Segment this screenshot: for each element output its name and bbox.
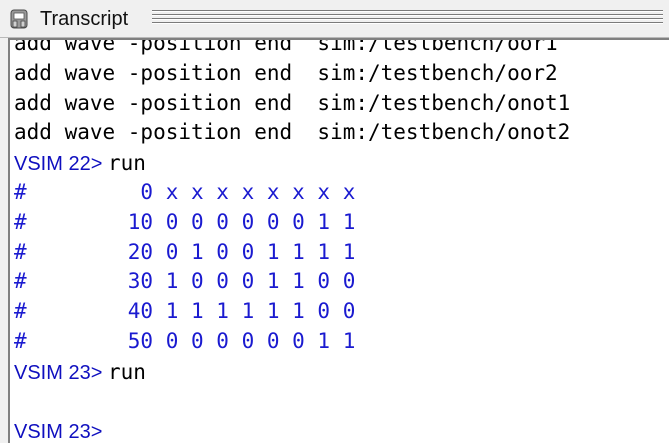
transcript-command-line: add wave -position end sim:/testbench/oo…: [14, 60, 558, 85]
transcript-command-line: add wave -position end sim:/testbench/oo…: [14, 38, 558, 55]
transcript-lines: add wave -position end sim:/testbench/oo…: [14, 38, 571, 443]
transcript-output-line: # 30 1 0 0 0 1 1 0 0: [14, 269, 356, 294]
prompt-command: run: [107, 151, 146, 176]
transcript-output-line: # 50 0 0 0 0 0 0 1 1: [14, 328, 356, 353]
transcript-prompt-line: VSIM 22> run: [14, 148, 570, 178]
transcript-content[interactable]: add wave -position end sim:/testbench/oo…: [8, 38, 669, 443]
transcript-output-line: # 40 1 1 1 1 1 1 0 0: [14, 299, 356, 324]
window-title: Transcript: [40, 8, 129, 30]
titlebar-drag-grip[interactable]: [152, 10, 663, 26]
transcript-window-icon: [10, 9, 28, 29]
transcript-command-line: add wave -position end sim:/testbench/on…: [14, 120, 571, 145]
transcript-output-line: # 20 0 1 0 0 1 1 1 1: [14, 239, 356, 264]
vsim-prompt: VSIM 23>: [14, 421, 108, 443]
transcript-window: Transcript add wave -position end sim:/t…: [0, 0, 669, 443]
transcript-prompt-line: VSIM 23>: [14, 416, 570, 443]
vsim-prompt: VSIM 23>: [14, 361, 108, 384]
transcript-command-line: add wave -position end sim:/testbench/on…: [14, 90, 571, 115]
transcript-output-line: # 10 0 0 0 0 0 0 1 1: [14, 209, 356, 234]
transcript-titlebar[interactable]: Transcript: [0, 0, 669, 38]
transcript-output-line: # 0 x x x x x x x x: [14, 179, 356, 204]
prompt-command: run: [107, 359, 146, 384]
vsim-prompt: VSIM 22>: [14, 153, 108, 176]
transcript-blank-line: [14, 387, 570, 417]
transcript-prompt-line: VSIM 23> run: [14, 357, 570, 387]
